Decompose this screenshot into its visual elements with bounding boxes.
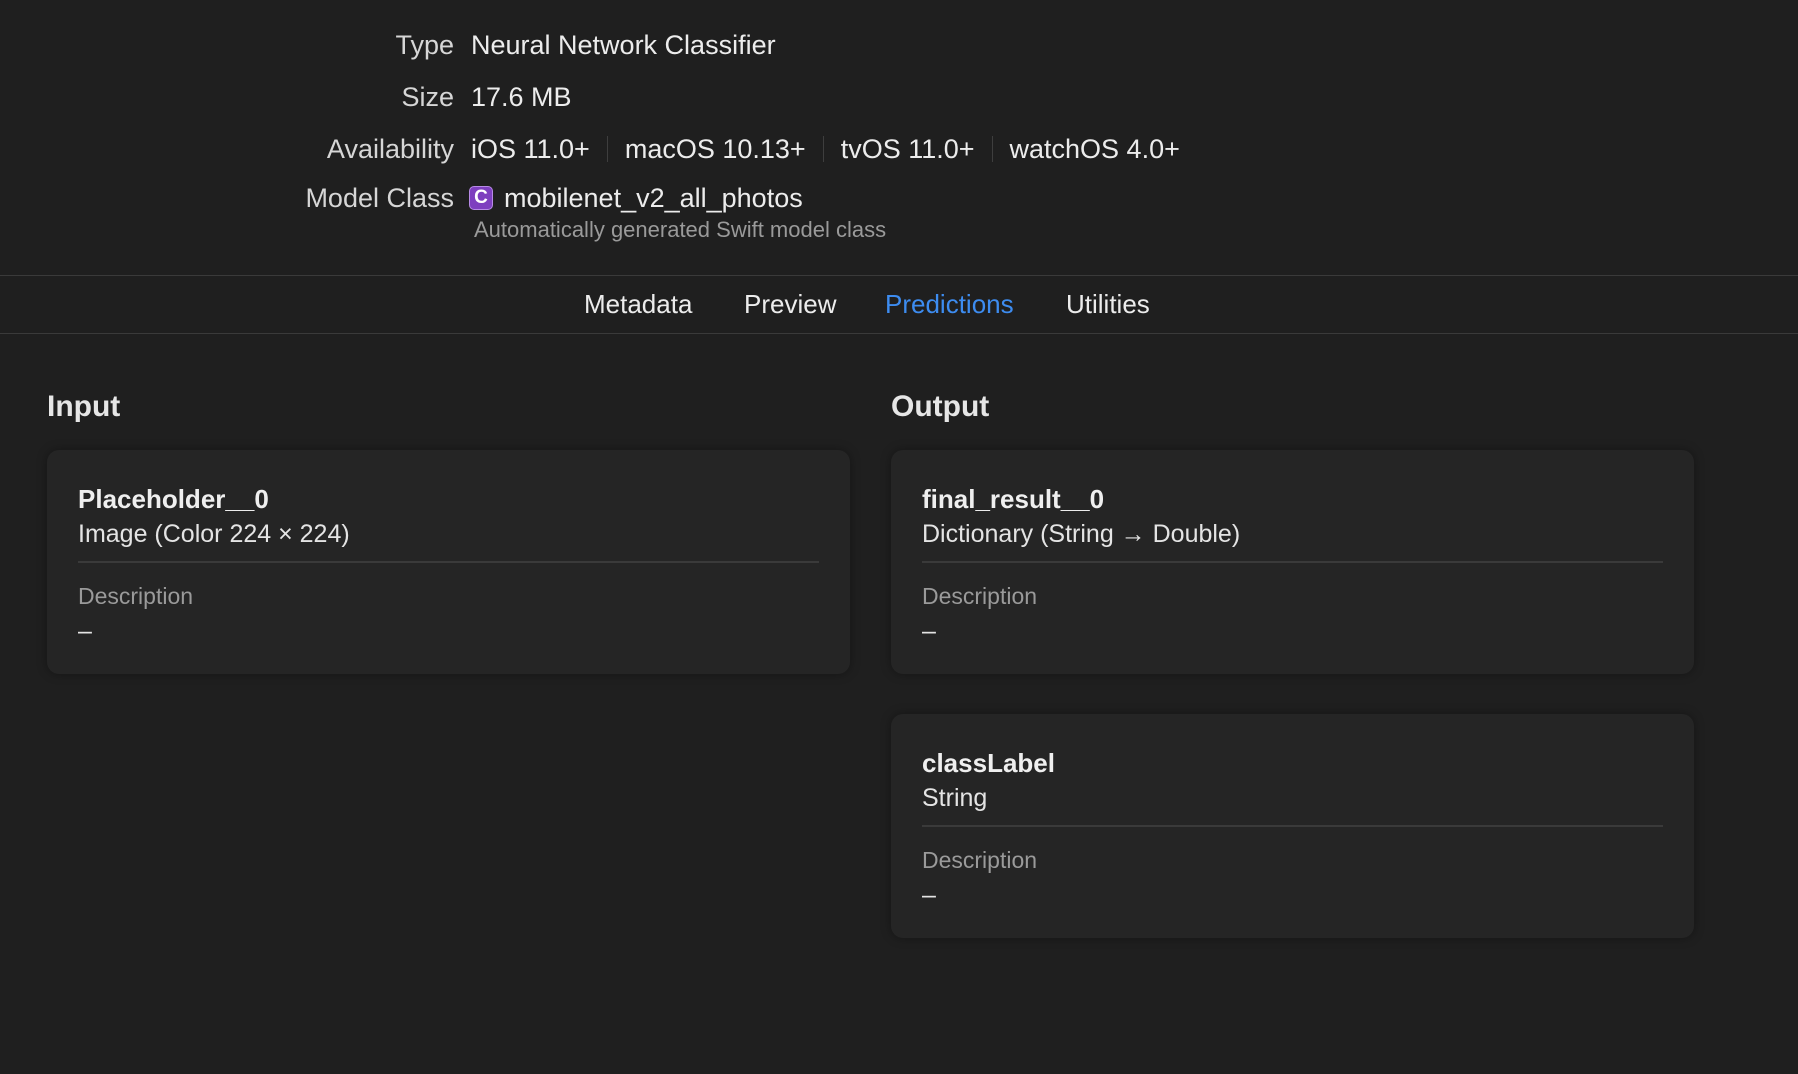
input-feature-card: Placeholder__0 Image (Color 224 × 224) D…: [47, 450, 850, 674]
tab-utilities[interactable]: Utilities: [1066, 276, 1150, 333]
platform-macos: macOS 10.13+: [624, 133, 806, 164]
description-label: Description: [922, 583, 1038, 609]
description-label: Description: [922, 847, 1038, 873]
output-feature-card: final_result__0 Dictionary (String → Dou…: [891, 450, 1694, 674]
feature-name: classLabel: [922, 748, 1055, 778]
model-details-view: Type Neural Network Classifier Size 17.6…: [0, 0, 1798, 1074]
description-value: –: [78, 617, 92, 645]
feature-type: String: [922, 784, 988, 812]
feature-type: Dictionary (String → Double): [922, 520, 1241, 548]
tab-metadata[interactable]: Metadata: [584, 276, 692, 333]
size-row: Size 17.6 MB: [0, 77, 1798, 117]
feature-name: Placeholder__0: [78, 484, 269, 514]
platform-ios: iOS 11.0+: [471, 133, 590, 164]
model-class-link[interactable]: C mobilenet_v2_all_photos: [469, 183, 803, 214]
description-label: Description: [78, 583, 194, 609]
feature-name: final_result__0: [922, 484, 1105, 514]
platform-separator: [822, 136, 824, 162]
model-class-name[interactable]: mobilenet_v2_all_photos: [504, 183, 803, 214]
description-value: –: [922, 881, 936, 909]
card-divider: [922, 825, 1663, 827]
size-value: 17.6 MB: [471, 81, 572, 112]
availability-list: iOS 11.0+ macOS 10.13+ tvOS 11.0+ watchO…: [471, 134, 1180, 165]
output-feature-card: classLabel String Description –: [891, 714, 1694, 938]
platform-separator: [606, 136, 608, 162]
model-class-row: Model Class C mobilenet_v2_all_photos: [0, 178, 1798, 218]
type-label: Type: [395, 29, 454, 60]
type-row: Type Neural Network Classifier: [0, 25, 1798, 65]
card-divider: [78, 561, 819, 563]
platform-watchos: watchOS 4.0+: [1009, 133, 1180, 164]
description-value: –: [922, 617, 936, 645]
swift-class-icon: C: [469, 186, 493, 210]
model-class-subtitle: Automatically generated Swift model clas…: [474, 217, 887, 242]
output-section-title: Output: [891, 390, 990, 423]
availability-label: Availability: [326, 133, 454, 164]
size-label: Size: [401, 81, 454, 112]
tab-bar: Metadata Preview Predictions Utilities: [0, 275, 1798, 334]
model-class-label: Model Class: [305, 182, 454, 213]
platform-separator: [991, 136, 993, 162]
input-section-title: Input: [47, 390, 121, 423]
platform-tvos: tvOS 11.0+: [840, 133, 975, 164]
tab-preview[interactable]: Preview: [744, 276, 836, 333]
feature-type: Image (Color 224 × 224): [78, 520, 350, 548]
availability-row: Availability iOS 11.0+ macOS 10.13+ tvOS…: [0, 129, 1798, 169]
card-divider: [922, 561, 1663, 563]
tab-predictions[interactable]: Predictions: [885, 276, 1014, 333]
type-value: Neural Network Classifier: [471, 29, 776, 60]
